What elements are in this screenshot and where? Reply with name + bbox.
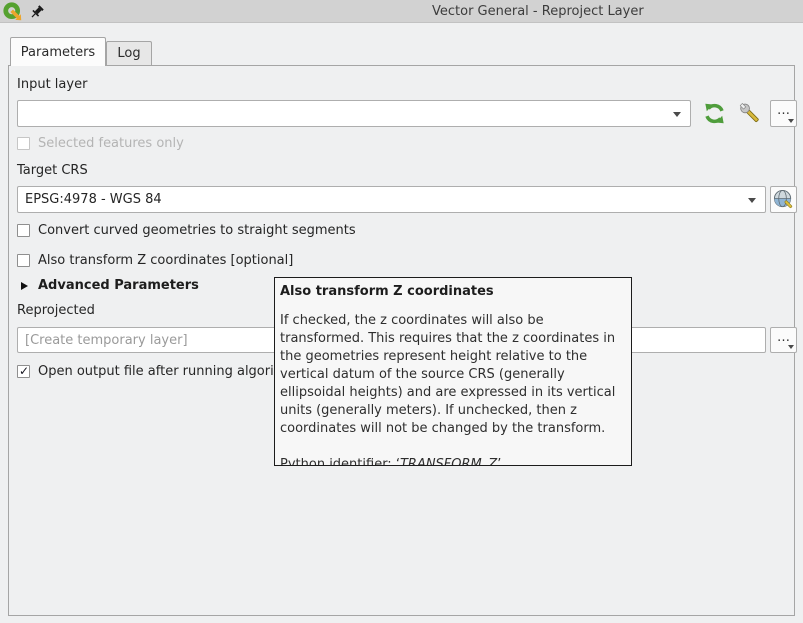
reprojected-value: [Create temporary layer] <box>25 333 188 348</box>
transform-z-row: Also transform Z coordinates [optional] <box>17 253 293 268</box>
transform-z-label: Also transform Z coordinates [optional] <box>38 253 293 268</box>
advanced-parameters-header[interactable]: Advanced Parameters <box>21 278 199 293</box>
target-crs-value: EPSG:4978 - WGS 84 <box>25 192 162 207</box>
pin-icon[interactable] <box>29 4 45 20</box>
title-bar: Vector General - Reproject Layer <box>0 0 803 23</box>
qgis-logo-icon <box>3 2 22 21</box>
advanced-options-button[interactable] <box>735 100 765 127</box>
checkmark-icon: ✓ <box>19 364 29 378</box>
target-crs-combo[interactable]: EPSG:4978 - WGS 84 <box>17 186 766 213</box>
convert-curved-label: Convert curved geometries to straight se… <box>38 223 356 238</box>
input-layer-label: Input layer <box>17 77 87 92</box>
wrench-icon <box>737 101 763 126</box>
open-output-label: Open output file after running algorithm <box>38 364 300 379</box>
iterate-icon <box>701 101 728 126</box>
selected-features-label: Selected features only <box>38 136 184 151</box>
reprojected-label: Reprojected <box>17 303 95 318</box>
tab-parameters[interactable]: Parameters <box>10 37 106 66</box>
input-layer-browse-button[interactable]: … <box>770 100 797 127</box>
tooltip-python-identifier: Python identifier: ‘TRANSFORM_Z’ <box>280 456 626 466</box>
tooltip-body: If checked, the z coordinates will also … <box>280 312 626 438</box>
transform-z-checkbox[interactable] <box>17 254 30 267</box>
iterate-button[interactable] <box>699 100 730 127</box>
ellipsis-label: … <box>777 330 790 345</box>
ellipsis-label: … <box>777 103 790 118</box>
tooltip-title: Also transform Z coordinates <box>280 284 626 299</box>
selected-features-checkbox[interactable] <box>17 137 30 150</box>
target-crs-label: Target CRS <box>17 163 88 178</box>
reprojected-browse-button[interactable]: … <box>770 327 797 353</box>
selected-features-row: Selected features only <box>17 136 184 151</box>
chevron-down-icon <box>673 112 681 117</box>
globe-icon <box>773 189 794 210</box>
open-output-row: ✓ Open output file after running algorit… <box>17 364 300 379</box>
chevron-down-icon <box>788 119 794 123</box>
convert-curved-checkbox[interactable] <box>17 224 30 237</box>
input-layer-combo[interactable] <box>17 100 691 127</box>
convert-curved-row: Convert curved geometries to straight se… <box>17 223 356 238</box>
chevron-down-icon <box>788 345 794 349</box>
tooltip-transform-z: Also transform Z coordinates If checked,… <box>274 277 632 466</box>
chevron-down-icon <box>748 198 756 203</box>
window-title: Vector General - Reproject Layer <box>432 4 644 19</box>
chevron-right-icon <box>21 282 28 290</box>
tab-log[interactable]: Log <box>106 41 152 66</box>
open-output-checkbox[interactable]: ✓ <box>17 365 30 378</box>
advanced-parameters-label: Advanced Parameters <box>38 278 199 293</box>
select-crs-button[interactable] <box>770 186 797 213</box>
